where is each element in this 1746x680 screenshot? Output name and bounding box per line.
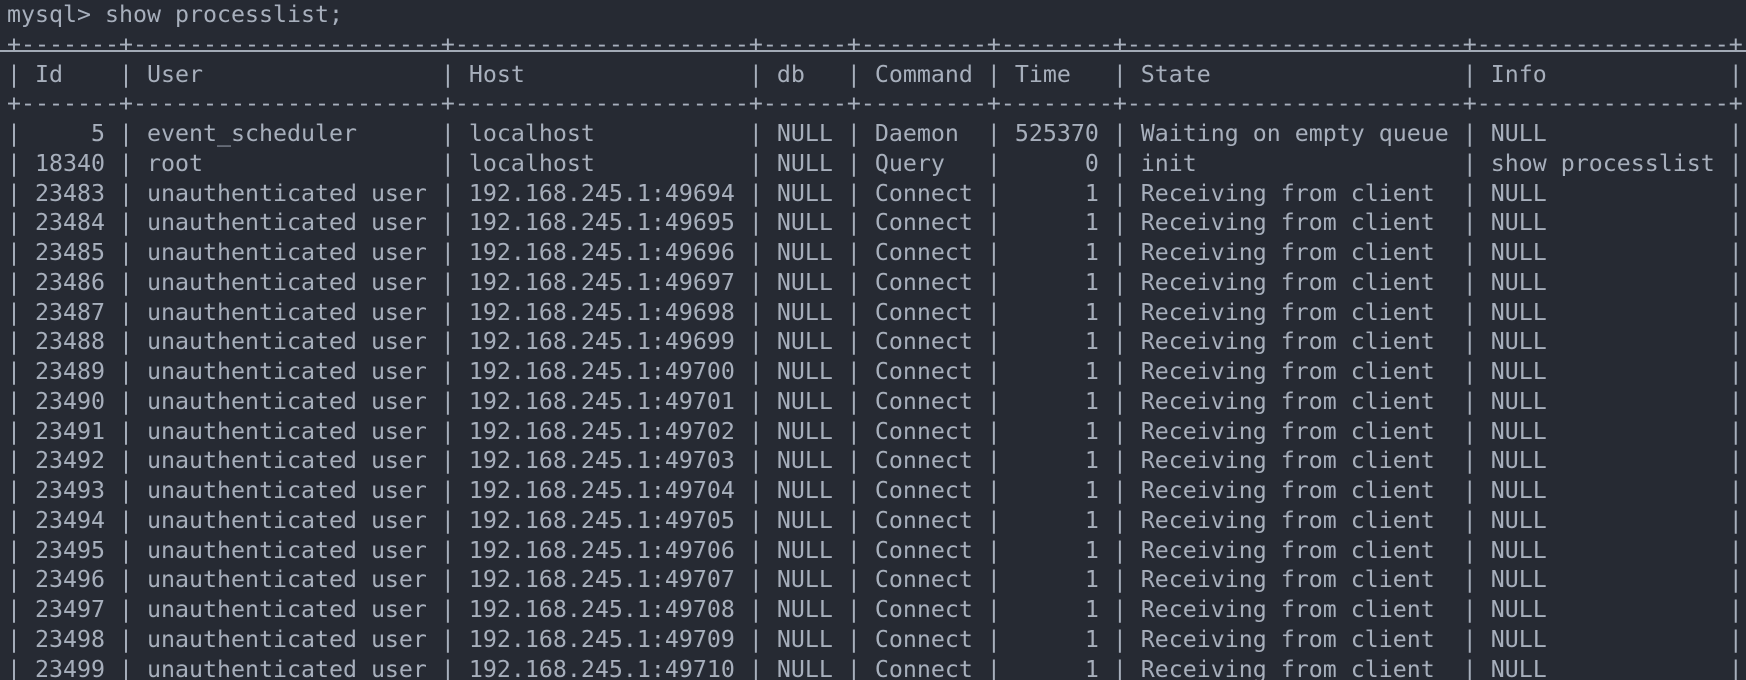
processlist-table: +-------+----------------------+--------…	[7, 30, 1743, 680]
mysql-prompt-line: mysql> show processlist;	[7, 1, 343, 28]
terminal-window[interactable]: mysql> show processlist; +-------+------…	[0, 0, 1746, 680]
